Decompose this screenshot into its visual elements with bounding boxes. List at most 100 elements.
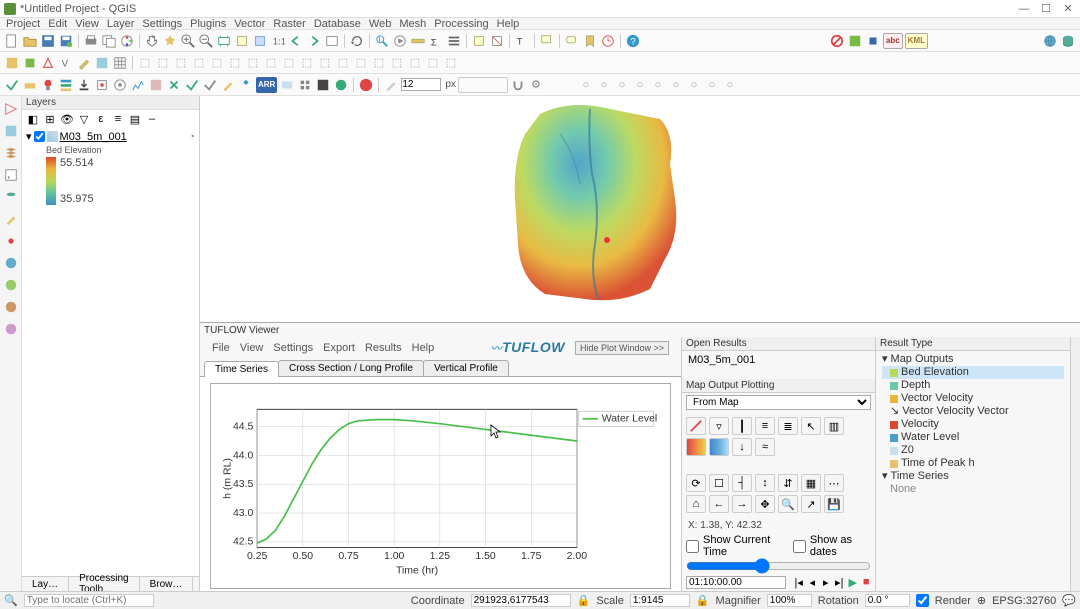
layer-expand-icon[interactable]: ≡ — [111, 112, 125, 126]
tuflow-k-icon[interactable] — [202, 77, 218, 93]
measure-icon[interactable] — [410, 33, 426, 49]
action-icon[interactable] — [392, 33, 408, 49]
layer-expr-icon[interactable]: ε — [94, 112, 108, 126]
database-icon[interactable] — [1060, 33, 1076, 49]
plot-align-l-icon[interactable]: ≡ — [755, 417, 775, 435]
color-a-icon[interactable] — [686, 438, 706, 456]
menu-settings[interactable]: Settings — [142, 18, 182, 30]
tuflow-menu-help[interactable]: Help — [412, 342, 435, 354]
statistics-icon[interactable]: Σ — [428, 33, 444, 49]
locate-input[interactable] — [24, 594, 154, 607]
tuflow-a-icon[interactable] — [4, 77, 20, 93]
show-current-time-checkbox[interactable] — [686, 540, 699, 553]
menu-edit[interactable]: Edit — [48, 18, 67, 30]
spin-value-input[interactable] — [401, 78, 441, 91]
grp-e-icon[interactable]: ○ — [650, 77, 666, 93]
render-checkbox[interactable] — [916, 594, 929, 607]
no-action-icon[interactable] — [829, 33, 845, 49]
tool-r-icon[interactable]: ⬚ — [443, 55, 459, 71]
hide-plot-button[interactable]: Hide Plot Window >> — [575, 341, 669, 355]
abc-icon[interactable]: abc — [883, 33, 903, 49]
tree-vector-velocity[interactable]: Vector Velocity — [882, 392, 1064, 405]
tool-m-icon[interactable]: ⬚ — [353, 55, 369, 71]
grp-h-icon[interactable]: ○ — [704, 77, 720, 93]
vertical-splitter[interactable] — [1070, 337, 1080, 591]
tool-f-icon[interactable]: ⬚ — [227, 55, 243, 71]
reveal-icon[interactable]: ☐ — [709, 474, 729, 492]
tuflow-p-icon[interactable] — [315, 77, 331, 93]
nav-back-icon[interactable]: ← — [709, 495, 729, 513]
time-first-icon[interactable]: |◂ — [794, 574, 804, 590]
bottom-tab-brow[interactable]: Brow… — [140, 577, 194, 591]
tool-o-icon[interactable]: ⬚ — [389, 55, 405, 71]
new-project-icon[interactable] — [4, 33, 20, 49]
tool-p-icon[interactable]: ⬚ — [407, 55, 423, 71]
tuflow-f-icon[interactable] — [112, 77, 128, 93]
add-postgis-icon[interactable] — [2, 188, 20, 206]
zoom-next-icon[interactable] — [306, 33, 322, 49]
temporal-icon[interactable] — [600, 33, 616, 49]
zoom-last-icon[interactable] — [288, 33, 304, 49]
grp-d-icon[interactable]: ○ — [632, 77, 648, 93]
zoom-to-layer-icon[interactable] — [252, 33, 268, 49]
annotation-icon[interactable] — [539, 33, 555, 49]
stop-icon[interactable] — [358, 77, 374, 93]
tuflow-menu-file[interactable]: File — [212, 342, 230, 354]
expand-icon[interactable]: ▾ — [26, 130, 32, 143]
open-project-icon[interactable] — [22, 33, 38, 49]
scale-input[interactable] — [630, 594, 690, 607]
tuflow-menu-settings[interactable]: Settings — [273, 342, 313, 354]
grp-b-icon[interactable]: ○ — [596, 77, 612, 93]
time-play-icon[interactable]: ▶ — [848, 574, 858, 590]
from-map-select[interactable]: From Map — [686, 395, 871, 410]
tree-map-outputs[interactable]: ▾ Map Outputs — [882, 353, 1064, 366]
save-icon[interactable] — [40, 33, 56, 49]
add-point-icon[interactable] — [2, 232, 20, 250]
nav-pan-icon[interactable]: ✥ — [755, 495, 775, 513]
tuflow-h-icon[interactable] — [148, 77, 164, 93]
label-icon[interactable]: T — [514, 33, 530, 49]
python-icon[interactable] — [865, 33, 881, 49]
tool-j-icon[interactable]: ⬚ — [299, 55, 315, 71]
tool-e-icon[interactable]: ⬚ — [209, 55, 225, 71]
tuflow-q-icon[interactable] — [333, 77, 349, 93]
style-manager-icon[interactable] — [119, 33, 135, 49]
tuflow-l-icon[interactable] — [220, 77, 236, 93]
tool-q-icon[interactable]: ⬚ — [425, 55, 441, 71]
bookmarks-icon[interactable] — [582, 33, 598, 49]
tool4-icon[interactable]: ▦ — [801, 474, 821, 492]
tool3-icon[interactable]: ⇵ — [778, 474, 798, 492]
menu-plugins[interactable]: Plugins — [190, 18, 226, 30]
grp-g-icon[interactable]: ○ — [686, 77, 702, 93]
osm-icon[interactable] — [847, 33, 863, 49]
add-xyz-icon[interactable] — [2, 320, 20, 338]
kml-icon[interactable]: KML — [905, 33, 928, 49]
tuflow-e-icon[interactable] — [94, 77, 110, 93]
crs-icon[interactable]: ⊕ — [977, 594, 986, 607]
tool-h-icon[interactable]: ⬚ — [263, 55, 279, 71]
data-source-icon[interactable] — [4, 55, 20, 71]
tool-n-icon[interactable]: ⬚ — [371, 55, 387, 71]
edit-icon[interactable] — [76, 55, 92, 71]
attributes-toolbar-icon[interactable] — [446, 33, 462, 49]
tool-a-icon[interactable]: ⬚ — [137, 55, 153, 71]
open-result-item[interactable]: M03_5m_001 — [686, 353, 871, 367]
nav-home-icon[interactable]: ⌂ — [686, 495, 706, 513]
deselect-icon[interactable] — [489, 33, 505, 49]
tool-k-icon[interactable]: ⬚ — [317, 55, 333, 71]
add-raster-layer-icon[interactable] — [2, 122, 20, 140]
tuflow-d-icon[interactable] — [58, 77, 74, 93]
grid-icon[interactable] — [112, 55, 128, 71]
tab-time-series[interactable]: Time Series — [204, 361, 279, 377]
menu-database[interactable]: Database — [314, 18, 361, 30]
tree-time-of-peak-h[interactable]: Time of Peak h — [882, 457, 1064, 470]
menu-web[interactable]: Web — [369, 18, 391, 30]
color-b-icon[interactable] — [709, 438, 729, 456]
menu-layer[interactable]: Layer — [107, 18, 135, 30]
zoom-in-icon[interactable] — [180, 33, 196, 49]
map-canvas[interactable] — [200, 96, 1080, 322]
new-map-view-icon[interactable] — [324, 33, 340, 49]
plot-point-icon[interactable] — [686, 417, 706, 435]
time-prev-icon[interactable]: ◂ — [808, 574, 818, 590]
arr-icon[interactable]: ARR — [256, 77, 277, 93]
